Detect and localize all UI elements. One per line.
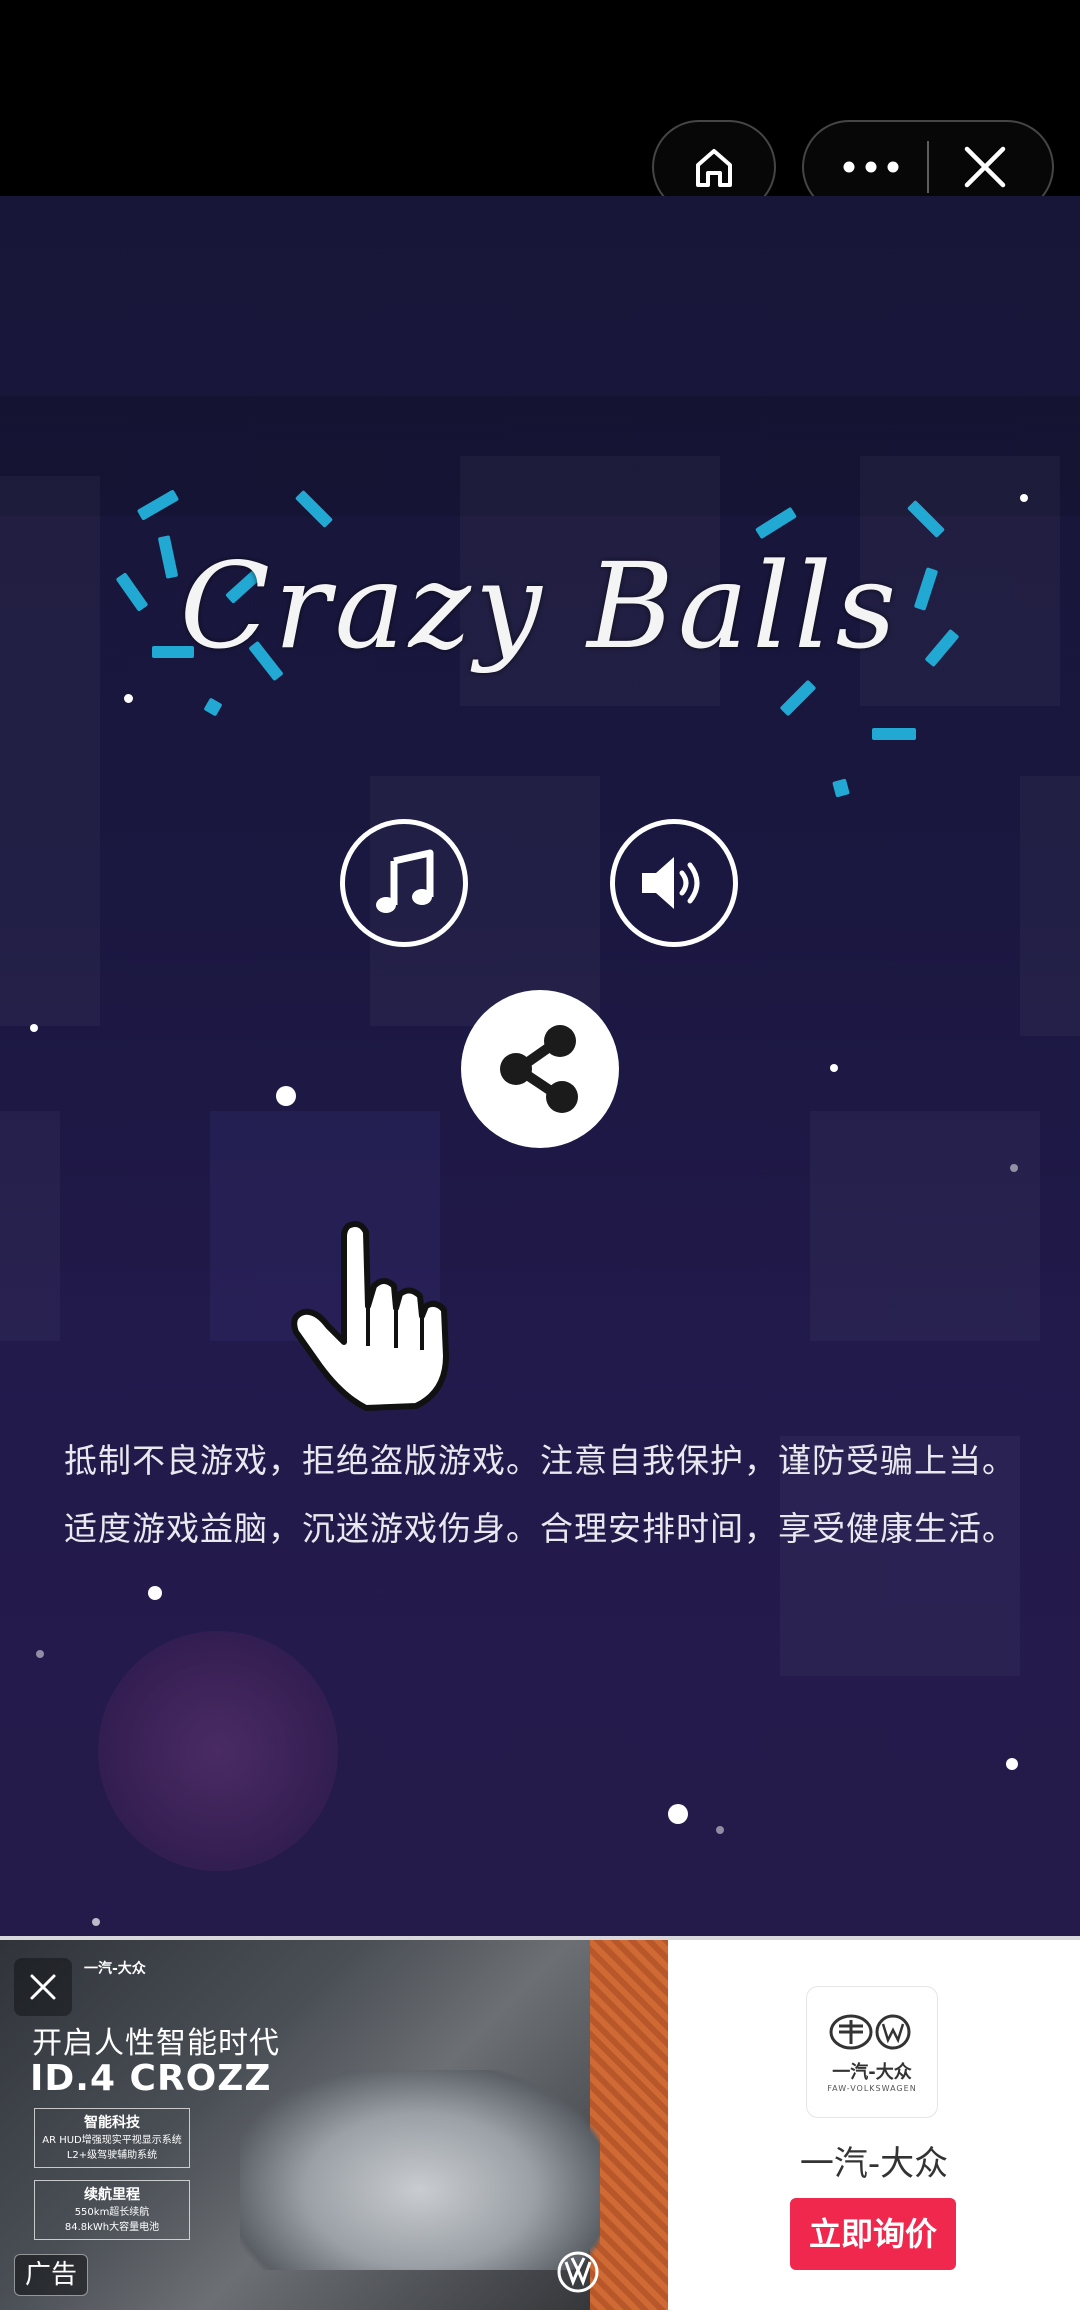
close-button[interactable] (955, 137, 1015, 197)
speaker-icon (642, 857, 700, 909)
particle-dot (1020, 494, 1028, 502)
particle-dot (148, 1586, 162, 1600)
faw-vw-logo-icon (829, 2014, 911, 2049)
game-title: Crazy Balls (179, 537, 901, 675)
more-button[interactable] (841, 137, 901, 197)
capsule-divider (927, 141, 929, 193)
ad-slogan: 开启人性智能时代 (32, 2026, 280, 2061)
close-icon (964, 146, 1006, 188)
particle-dot (1006, 1758, 1018, 1770)
ad-feature-title: 智能科技 (84, 2115, 140, 2131)
ad-feature-title: 续航里程 (84, 2187, 140, 2203)
home-icon (696, 149, 732, 187)
ad-feature-line: 84.8kWh大容量电池 (64, 2222, 160, 2233)
pointing-hand-icon (291, 1221, 449, 1411)
bg-tile (810, 1111, 1040, 1341)
share-icon (500, 1025, 578, 1113)
inquiry-button[interactable]: 立即询价 (790, 2198, 956, 2270)
ad-feature-line: AR HUD增强现实平视显示系统 (42, 2135, 182, 2146)
ad-image[interactable]: 一汽-大众 开启人性智能时代 ID.4 CROZZ 智能科技 AR HUD增强现… (0, 1940, 668, 2310)
music-note-icon (376, 849, 434, 913)
close-icon (30, 1974, 56, 2000)
ad-feature-range: 续航里程 550km超长续航 84.8kWh大容量电池 (34, 2180, 190, 2240)
game-canvas[interactable]: Crazy Balls 抵制不良游戏，拒绝盗版游戏。注意自我保护，谨防受骗上当。… (0, 196, 1080, 1936)
confetti (872, 728, 916, 740)
particle-dot (830, 1064, 838, 1072)
ad-brand-name: 一汽-大众 (799, 2144, 949, 2184)
health-notice-line2: 适度游戏益脑，沉迷游戏伤身。合理安排时间，享受健康生活。 (64, 1509, 1016, 1548)
ad-brand-panel: 一汽-大众 FAW-VOLKSWAGEN 一汽-大众 立即询价 (668, 1940, 1080, 2310)
ad-close-button[interactable] (14, 1958, 72, 2016)
ad-feature-tech: 智能科技 AR HUD增强现实平视显示系统 L2+级驾驶辅助系统 (34, 2108, 190, 2168)
ad-brand-line: 一汽-大众 (84, 1961, 146, 1977)
particle-dot (716, 1826, 724, 1834)
particle-dot (30, 1024, 38, 1032)
particle-dot (36, 1650, 44, 1658)
ad-image-car (240, 2070, 600, 2270)
bg-glow (98, 1631, 338, 1871)
bg-tile (1020, 776, 1080, 1036)
brand-logo-subtext: FAW-VOLKSWAGEN (827, 2083, 917, 2093)
ad-feature-line: 550km超长续航 (74, 2207, 150, 2218)
title-area: Crazy Balls (0, 489, 1080, 798)
ad-image-wall (590, 1940, 668, 2310)
bg-tile (0, 1111, 60, 1341)
particle-dot (1010, 1164, 1018, 1172)
ad-feature-line: L2+级驾驶辅助系统 (66, 2150, 158, 2161)
confetti (832, 778, 850, 798)
share-button[interactable] (461, 990, 619, 1148)
music-toggle-button[interactable] (340, 819, 468, 947)
more-dots-icon (843, 161, 899, 173)
particle-dot (276, 1086, 296, 1106)
particle-dot (668, 1804, 688, 1824)
sound-toggle-button[interactable] (610, 819, 738, 947)
vw-logo-icon (557, 2251, 599, 2293)
ad-model: ID.4 CROZZ (30, 2058, 272, 2099)
ad-banner[interactable]: 一汽-大众 开启人性智能时代 ID.4 CROZZ 智能科技 AR HUD增强现… (0, 1936, 1080, 2310)
particle-dot (92, 1918, 100, 1926)
ad-label: 广告 (14, 2254, 89, 2296)
health-notice-line1: 抵制不良游戏，拒绝盗版游戏。注意自我保护，谨防受骗上当。 (64, 1441, 1016, 1480)
brand-logo[interactable]: 一汽-大众 FAW-VOLKSWAGEN (806, 1986, 938, 2118)
brand-logo-text: 一汽-大众 (832, 2061, 912, 2083)
